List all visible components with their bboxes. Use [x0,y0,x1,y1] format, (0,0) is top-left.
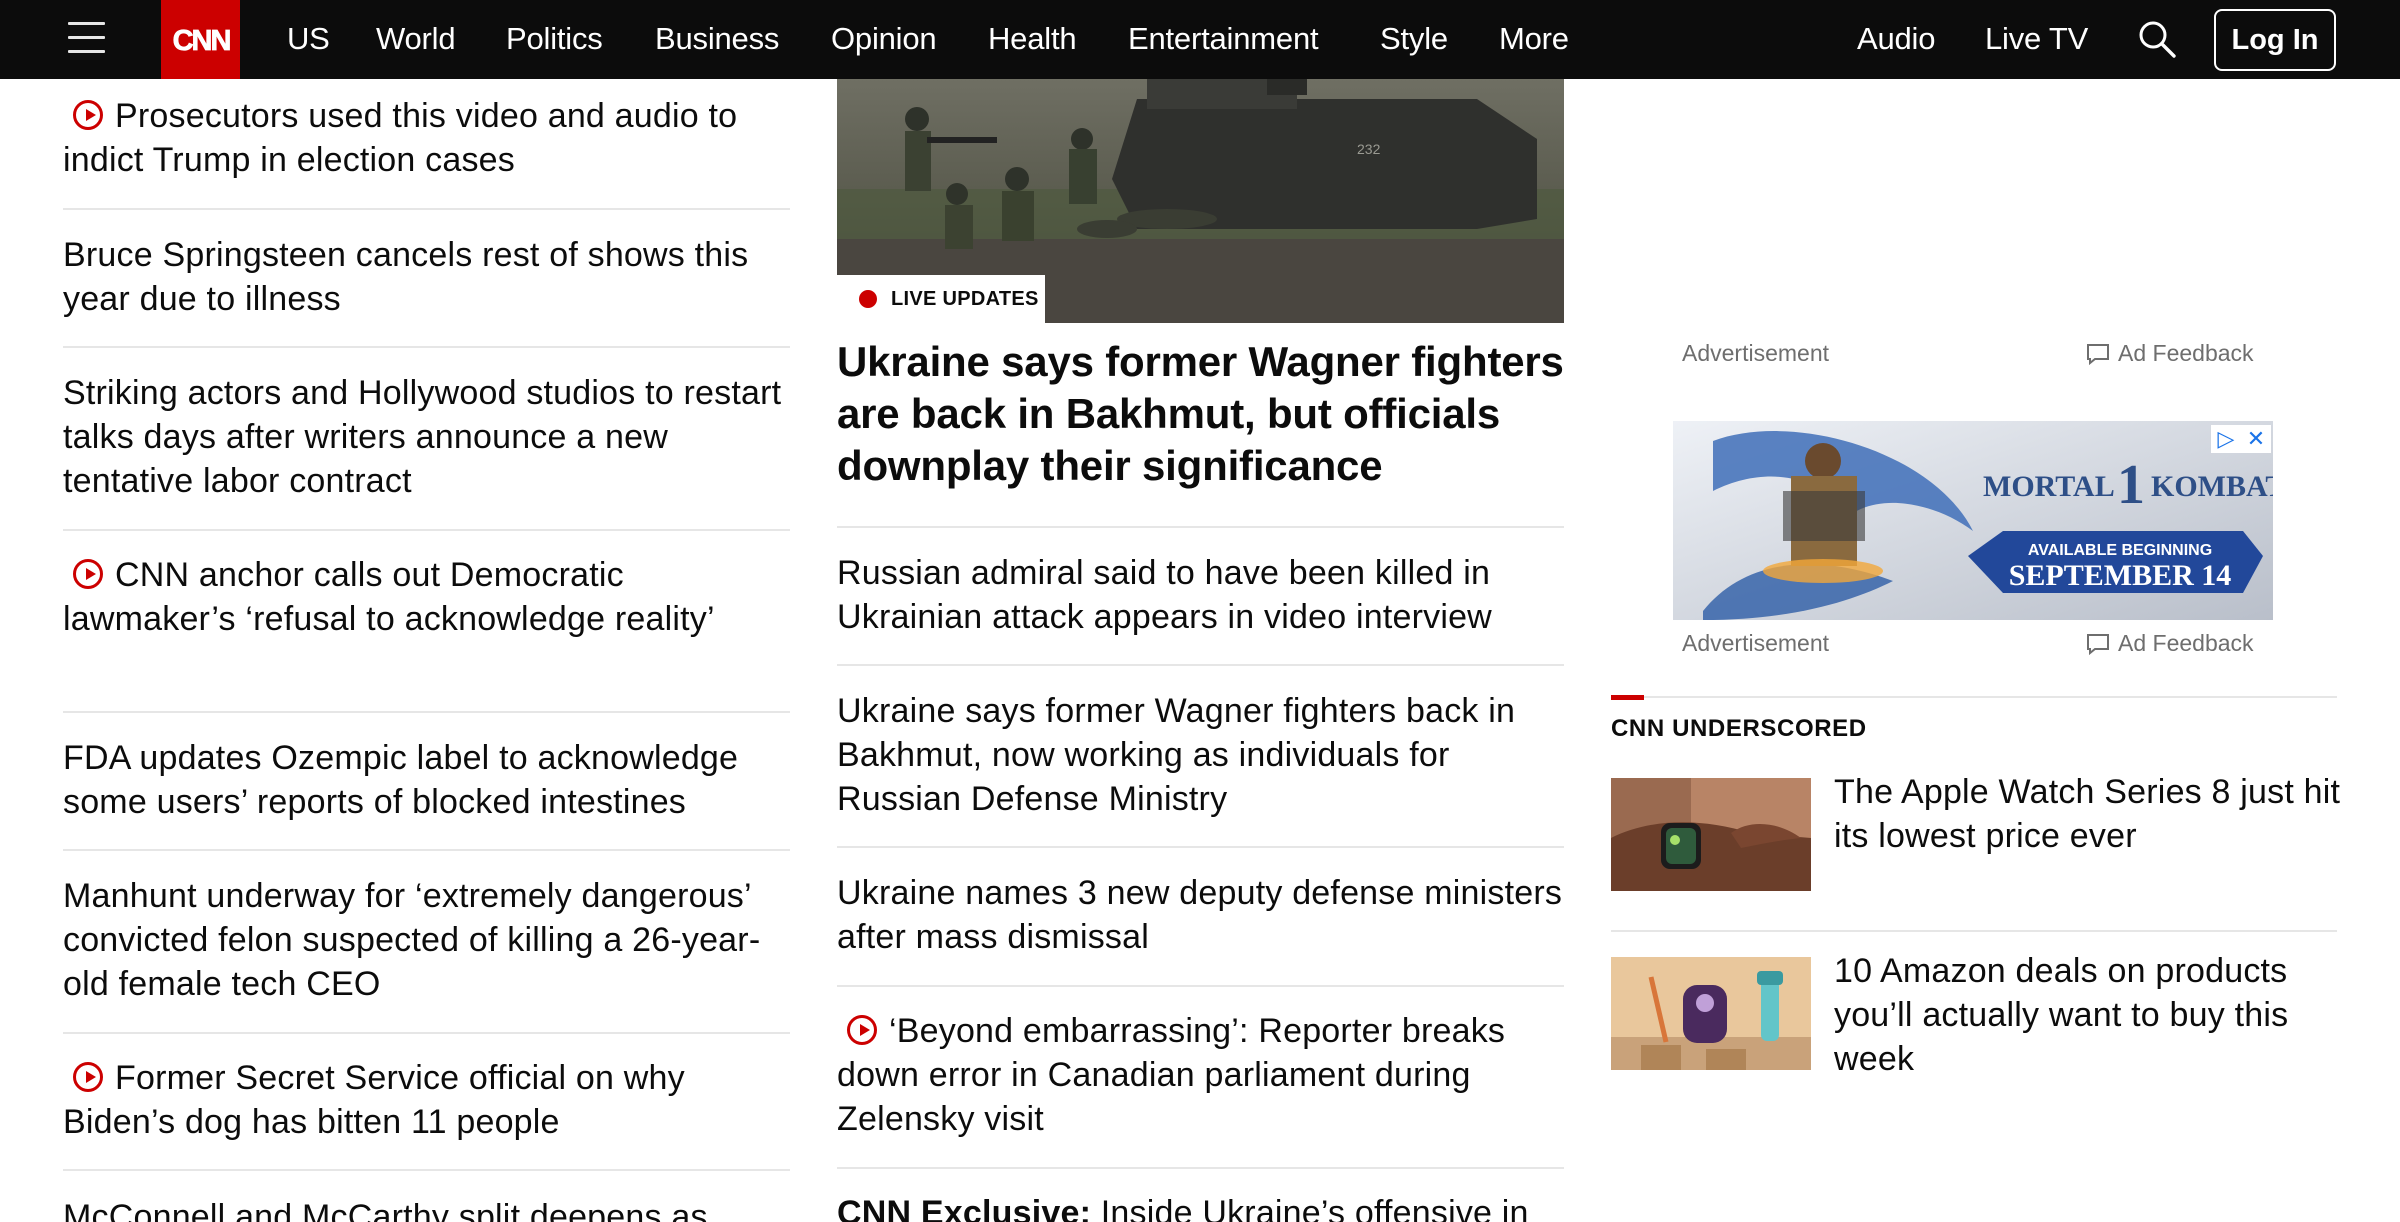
svg-text:1: 1 [2117,454,2145,516]
divider [837,846,1564,848]
story-link[interactable]: Ukraine names 3 new deputy defense minis… [837,874,1562,956]
cnn-logo-mark: CNN [172,24,232,57]
divider [63,1169,790,1171]
list-item[interactable]: Striking actors and Hollywood studios to… [63,371,790,503]
underscored-story-link[interactable]: The Apple Watch Series 8 just hit its lo… [1834,770,2344,858]
story-link[interactable]: Bruce Springsteen cancels rest of shows … [63,236,748,318]
advertisement-label: Advertisement [1682,340,1830,366]
divider [63,346,790,348]
svg-text:232: 232 [1357,141,1381,157]
ad-banner[interactable]: MORTAL 1 KOMBAT AVAILABLE BEGINNING SEPT… [1673,421,2273,620]
log-in-button[interactable]: Log In [2214,9,2336,71]
story-link[interactable]: Ukraine says former Wagner fighters back… [837,692,1515,818]
list-item[interactable]: McConnell and McCarthy split deepens as [63,1195,790,1222]
story-link[interactable]: Former Secret Service official on why Bi… [63,1059,685,1141]
story-link[interactable]: McConnell and McCarthy split deepens as [63,1198,708,1222]
nav-opinion[interactable]: Opinion [831,21,937,57]
svg-text:CNN: CNN [172,25,229,57]
ad-feedback-link[interactable]: Ad Feedback [2086,630,2254,657]
nav-world[interactable]: World [376,21,456,57]
divider [837,1167,1564,1169]
story-link[interactable]: Striking actors and Hollywood studios to… [63,374,781,500]
amazon-products-image [1611,957,1811,1070]
svg-text:MORTAL: MORTAL [1983,470,2115,503]
svg-text:KOMBAT: KOMBAT [2151,470,2273,503]
story-link[interactable]: Prosecutors used this video and audio to… [63,97,737,179]
svg-text:SEPTEMBER 14: SEPTEMBER 14 [2009,559,2232,592]
divider [837,664,1564,666]
list-item[interactable]: Bruce Springsteen cancels rest of shows … [63,233,790,321]
nav-politics[interactable]: Politics [506,21,603,57]
story-link[interactable]: Manhunt underway for ‘extremely dangerou… [63,877,760,1003]
nav-us[interactable]: US [287,21,330,57]
feedback-icon [2087,343,2109,365]
amazon-products-thumbnail[interactable] [1611,957,1811,1070]
nav-live-tv[interactable]: Live TV [1985,21,2088,57]
story-prefix: CNN Exclusive: [837,1194,1092,1222]
divider [63,529,790,531]
list-item[interactable]: CNN Exclusive: Inside Ukraine’s offensiv… [837,1191,1564,1222]
cnn-underscored-title[interactable]: CNN UNDERSCORED [1611,715,1867,743]
apple-watch-thumbnail[interactable] [1611,778,1811,891]
underscored-story-link[interactable]: 10 Amazon deals on products you’ll actua… [1834,949,2344,1081]
list-item[interactable]: FDA updates Ozempic label to acknowledge… [63,736,790,824]
divider [63,711,790,713]
nav-more[interactable]: More [1499,21,1569,57]
list-item[interactable]: Ukraine says former Wagner fighters back… [837,689,1564,821]
play-video-icon [73,100,103,130]
nav-audio[interactable]: Audio [1857,21,1935,57]
ad-feedback-label: Ad Feedback [2118,340,2254,366]
close-ad-icon[interactable]: ✕ [2241,425,2271,453]
list-item[interactable]: Russian admiral said to have been killed… [837,551,1564,639]
play-video-icon [73,559,103,589]
list-item[interactable]: Prosecutors used this video and audio to… [63,94,790,182]
list-item[interactable]: ‘Beyond embarrassing’: Reporter breaks d… [837,1009,1564,1141]
search-icon[interactable] [2137,19,2177,59]
divider [837,985,1564,987]
cnn-logo[interactable]: CNN [161,0,240,79]
story-link[interactable]: Inside Ukraine’s offensive in [1091,1194,1529,1222]
ad-feedback-label: Ad Feedback [2118,630,2254,656]
svg-text:AVAILABLE BEGINNING: AVAILABLE BEGINNING [2028,542,2212,559]
divider [63,1032,790,1034]
list-item[interactable]: Manhunt underway for ‘extremely dangerou… [63,874,790,1006]
section-divider [1611,696,2337,698]
play-video-icon [73,1062,103,1092]
story-link[interactable]: ‘Beyond embarrassing’: Reporter breaks d… [837,1012,1505,1138]
mortal-kombat-ad-art: MORTAL 1 KOMBAT AVAILABLE BEGINNING SEPT… [1673,421,2273,620]
hamburger-menu-icon[interactable] [68,20,106,58]
nav-health[interactable]: Health [988,21,1077,57]
divider [63,849,790,851]
adchoices-icon[interactable]: ▷ [2211,425,2241,453]
divider [1611,930,2337,932]
section-accent [1611,695,1644,700]
nav-style[interactable]: Style [1380,21,1448,57]
story-link[interactable]: CNN anchor calls out Democratic lawmaker… [63,556,715,638]
live-dot-icon [859,290,877,308]
lead-headline[interactable]: Ukraine says former Wagner fighters are … [837,336,1564,492]
live-updates-badge[interactable]: LIVE UPDATES [837,275,1045,323]
divider [63,208,790,210]
top-navigation-bar: CNN US World Politics Business Opinion H… [0,0,2400,79]
story-link[interactable]: FDA updates Ozempic label to acknowledge… [63,739,738,821]
story-link[interactable]: Russian admiral said to have been killed… [837,554,1492,636]
advertisement-label: Advertisement [1682,630,1830,656]
feedback-icon [2087,633,2109,655]
nav-business[interactable]: Business [655,21,779,57]
play-video-icon [847,1015,877,1045]
list-item[interactable]: Former Secret Service official on why Bi… [63,1056,790,1144]
ad-feedback-link[interactable]: Ad Feedback [2086,340,2254,367]
list-item[interactable]: Ukraine names 3 new deputy defense minis… [837,871,1564,959]
live-updates-label: LIVE UPDATES [891,287,1039,310]
list-item[interactable]: CNN anchor calls out Democratic lawmaker… [63,553,790,641]
apple-watch-image [1611,778,1811,891]
nav-entertainment[interactable]: Entertainment [1128,21,1319,57]
divider [837,526,1564,528]
